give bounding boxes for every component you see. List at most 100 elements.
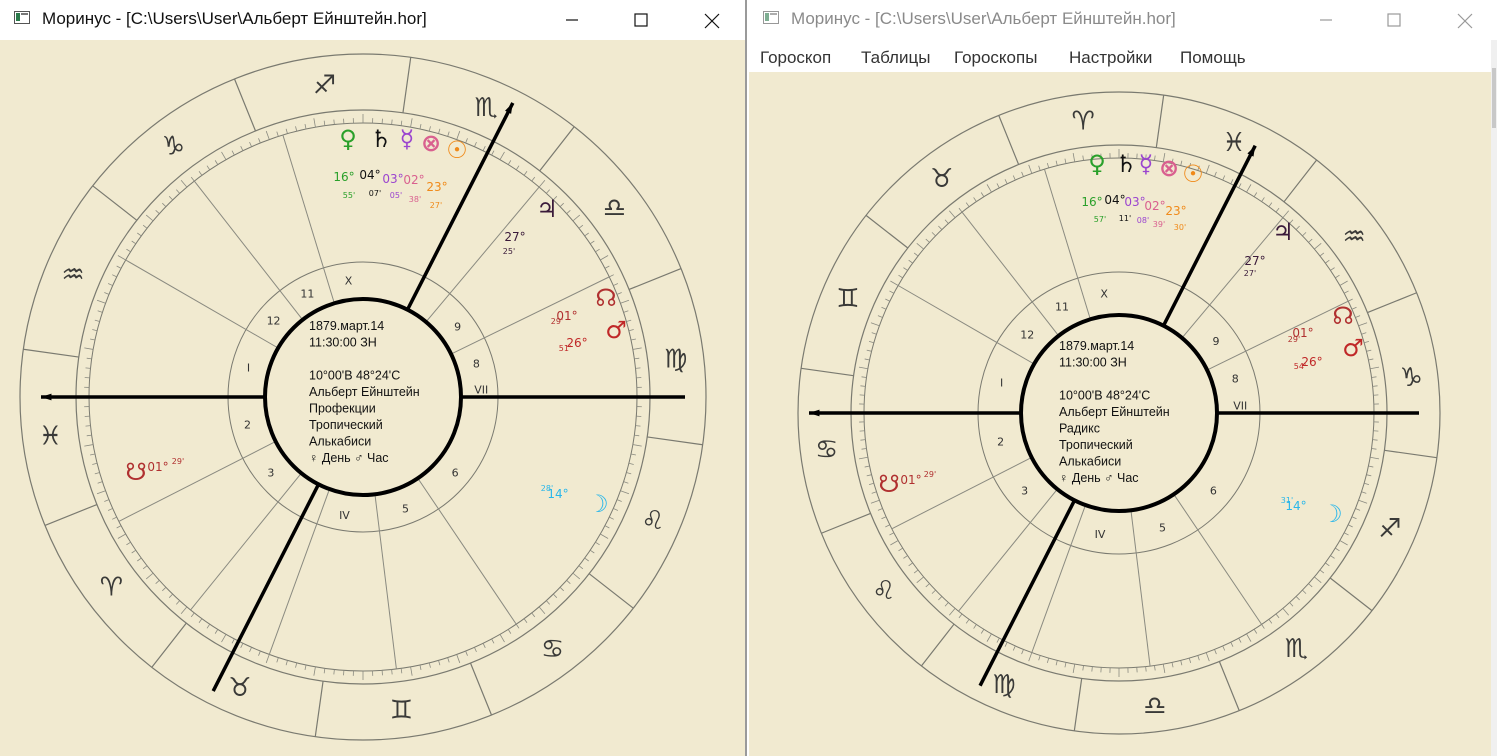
degree-tick xyxy=(1302,232,1307,237)
planet-degree: 27° xyxy=(504,230,525,244)
house-cusp-line xyxy=(961,211,1060,337)
degree-tick xyxy=(553,593,558,598)
maximize-button[interactable] xyxy=(618,0,664,40)
planet-minute: 25' xyxy=(503,247,515,256)
degree-tick xyxy=(137,557,142,562)
degree-tick xyxy=(198,171,203,176)
planet-minute: 29' xyxy=(551,317,563,326)
degree-tick xyxy=(890,540,899,546)
degree-tick xyxy=(116,265,122,269)
menu-horoscope[interactable]: Гороскоп xyxy=(760,48,831,68)
degree-tick xyxy=(1028,652,1033,662)
degree-tick xyxy=(323,668,326,674)
degree-tick xyxy=(1021,171,1024,177)
degree-tick xyxy=(131,240,137,245)
chart-info-line: 10°00'В 48°24'С xyxy=(1059,389,1150,403)
degree-tick xyxy=(1004,179,1008,184)
degree-tick xyxy=(958,613,963,619)
menu-settings[interactable]: Настройки xyxy=(1069,48,1152,68)
degree-tick xyxy=(304,664,307,670)
degree-tick xyxy=(531,612,536,618)
degree-tick xyxy=(1162,664,1166,674)
sign-boundary xyxy=(1384,449,1437,459)
zodiac-sign-glyph: ♉ xyxy=(930,164,953,194)
degree-tick xyxy=(1372,385,1378,387)
planet-glyph: ♀ xyxy=(1088,150,1106,178)
chart-info-line: Альберт Ейнштейн xyxy=(1059,405,1170,419)
vertical-scrollbar[interactable] xyxy=(1491,40,1497,756)
degree-tick xyxy=(595,541,600,546)
maximize-icon xyxy=(634,13,648,27)
degree-tick xyxy=(249,647,252,653)
planet-glyph: ♄ xyxy=(370,125,392,153)
degree-tick xyxy=(1214,649,1217,655)
degree-tick xyxy=(499,151,505,160)
degree-tick xyxy=(870,499,880,504)
title-bar[interactable]: Моринус - [C:\Users\User\Альберт Ейнштей… xyxy=(749,0,1497,40)
degree-tick xyxy=(620,299,630,304)
degree-tick xyxy=(1282,210,1290,218)
house-number: I xyxy=(1000,377,1003,390)
degree-tick xyxy=(1302,589,1307,594)
morinus-window-profections[interactable]: Моринус - [C:\Users\User\Альберт Ейнштей… xyxy=(0,0,747,756)
house-number: 3 xyxy=(267,467,274,480)
degree-tick xyxy=(1205,164,1210,174)
close-button[interactable] xyxy=(688,0,734,40)
degree-tick xyxy=(116,525,122,529)
menu-horoscopes[interactable]: Гороскопы xyxy=(954,48,1037,68)
degree-tick xyxy=(858,366,868,370)
degree-tick xyxy=(1339,540,1348,546)
degree-tick xyxy=(609,274,614,278)
degree-tick xyxy=(889,532,895,536)
degree-tick xyxy=(1238,637,1242,643)
title-bar[interactable]: Моринус - [C:\Users\User\Альберт Ейнштей… xyxy=(0,0,745,40)
degree-tick xyxy=(162,587,167,592)
maximize-button[interactable] xyxy=(1371,0,1417,40)
degree-tick xyxy=(1180,660,1183,666)
minimize-button[interactable] xyxy=(549,0,595,40)
degree-tick xyxy=(913,252,919,257)
planet-degree: 01° xyxy=(147,460,168,474)
degree-tick xyxy=(1038,165,1041,171)
degree-tick xyxy=(107,508,113,511)
sign-boundary xyxy=(1283,159,1318,203)
planet-degree: 23° xyxy=(426,180,447,194)
house-number: 3 xyxy=(1021,484,1028,497)
morinus-window-radix[interactable]: Моринус - [C:\Users\User\Альберт Ейнштей… xyxy=(749,0,1497,756)
degree-tick xyxy=(609,516,614,520)
degree-tick xyxy=(1275,207,1280,213)
degree-tick xyxy=(1205,652,1210,662)
menu-help[interactable]: Помощь xyxy=(1180,48,1246,68)
house-number: 12 xyxy=(1020,328,1034,341)
planet-glyph: ⊗ xyxy=(421,129,441,157)
minimize-icon xyxy=(1320,19,1332,21)
planet-degree: 04° xyxy=(359,168,380,182)
minimize-button[interactable] xyxy=(1303,0,1349,40)
house-cusp-line xyxy=(417,477,517,625)
degree-tick xyxy=(1214,171,1217,177)
planet-glyph: ☽ xyxy=(1321,500,1343,528)
degree-tick xyxy=(1330,555,1335,559)
degree-tick xyxy=(1230,179,1234,184)
house-cusp-line xyxy=(268,488,330,655)
chart-info-line: 11:30:00 ЗН xyxy=(309,336,377,350)
degree-tick xyxy=(1339,280,1348,286)
degree-tick xyxy=(595,248,600,253)
degree-tick xyxy=(162,202,167,207)
degree-tick xyxy=(620,490,630,495)
degree-tick xyxy=(1064,158,1067,164)
axis-arrowhead xyxy=(809,409,820,417)
planet-glyph: ♃ xyxy=(536,195,558,223)
degree-tick xyxy=(84,444,94,447)
planet-minute: 27' xyxy=(430,201,442,210)
degree-tick xyxy=(137,232,142,237)
house-cusp-line xyxy=(891,457,1032,530)
degree-tick xyxy=(628,329,634,332)
degree-tick xyxy=(903,267,908,271)
chart-info-line: Радикс xyxy=(1059,422,1100,436)
menu-tables[interactable]: Таблицы xyxy=(861,48,930,68)
degree-tick xyxy=(604,265,610,269)
degree-tick xyxy=(198,618,203,623)
close-button[interactable] xyxy=(1441,0,1487,40)
zodiac-sign-glyph: ♑ xyxy=(1400,363,1423,393)
